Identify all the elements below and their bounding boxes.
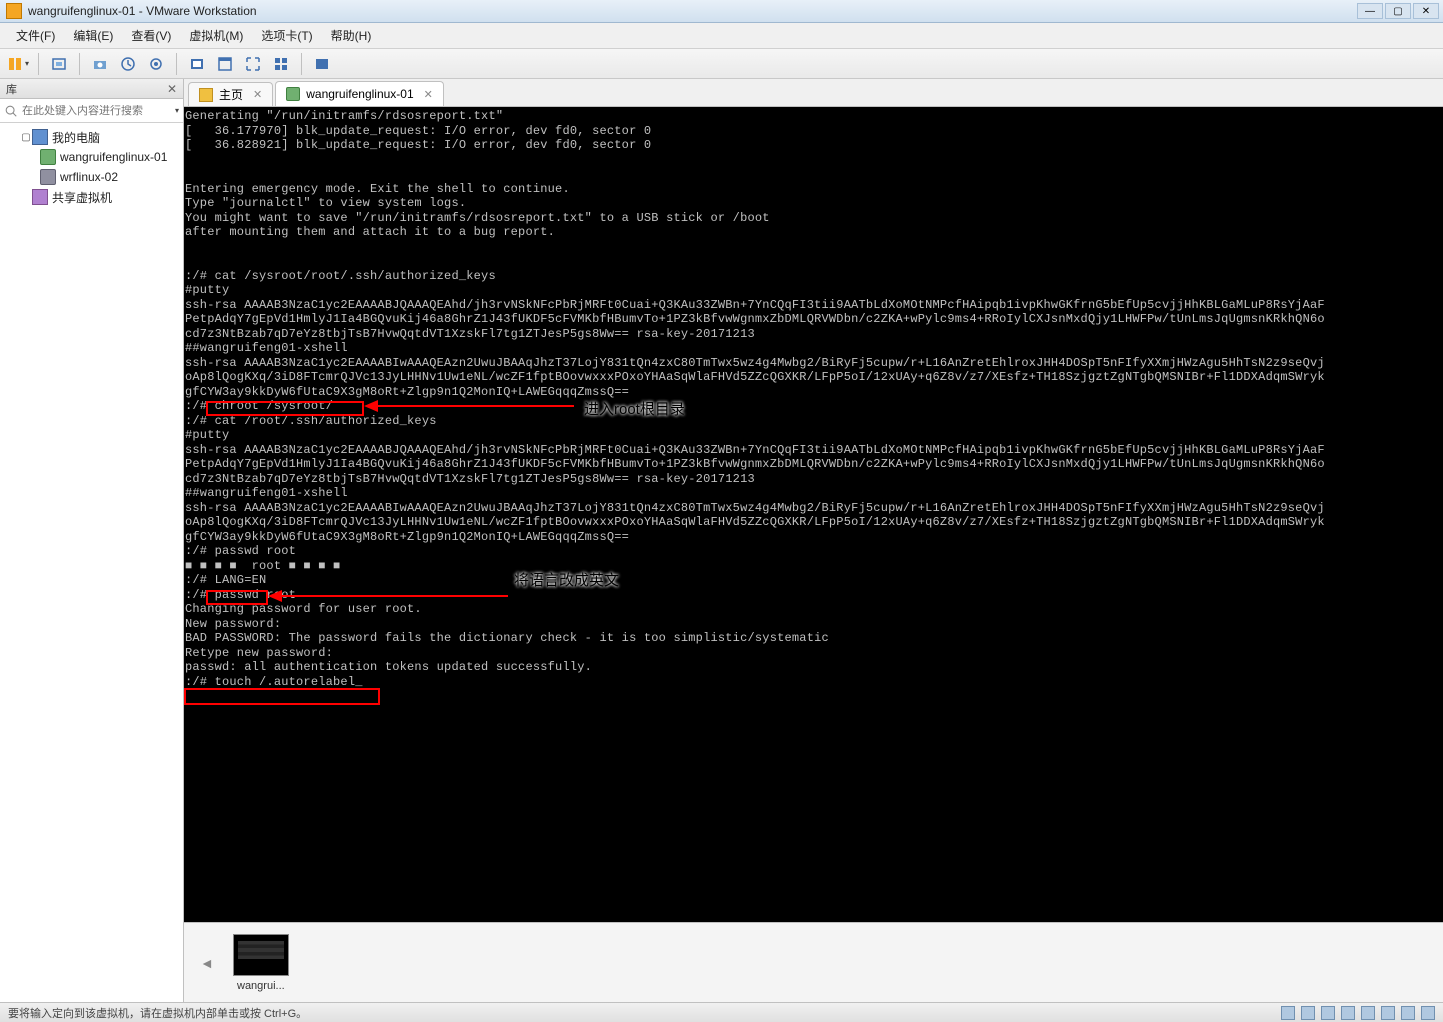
statusbar: 要将输入定向到该虚拟机，请在虚拟机内部单击或按 Ctrl+G。 xyxy=(0,1002,1443,1022)
device-printer-icon[interactable] xyxy=(1401,1006,1415,1020)
snapshot-icon xyxy=(51,56,67,72)
sidebar-close-icon[interactable]: ✕ xyxy=(167,82,177,96)
menu-help[interactable]: 帮助(H) xyxy=(323,24,380,47)
tab-bar: 主页 ✕ wangruifenglinux-01 ✕ xyxy=(184,79,1443,107)
home-icon xyxy=(199,88,213,102)
thumb-nav-prev[interactable]: ◄ xyxy=(194,955,220,971)
search-input[interactable] xyxy=(22,105,169,117)
toolbar-separator xyxy=(38,53,39,75)
fullscreen-button[interactable] xyxy=(241,52,265,76)
library-tree: ▢ 我的电脑 wangruifenglinux-01 wrflinux-02 共… xyxy=(0,123,183,1002)
power-on-button[interactable]: ▾ xyxy=(6,52,30,76)
tab-home[interactable]: 主页 ✕ xyxy=(188,82,273,106)
chevron-down-icon[interactable]: ▾ xyxy=(175,106,179,115)
tab-label: wangruifenglinux-01 xyxy=(306,87,413,101)
tab-close-icon[interactable]: ✕ xyxy=(424,88,433,101)
thumbnail-image xyxy=(233,934,289,976)
console-icon xyxy=(189,56,205,72)
maximize-button[interactable]: ▢ xyxy=(1385,3,1411,19)
tree-collapse-icon[interactable] xyxy=(20,192,32,203)
gear-icon xyxy=(148,56,164,72)
sidebar-title: 库 xyxy=(6,81,17,97)
search-icon xyxy=(4,104,18,118)
device-cd-icon[interactable] xyxy=(1301,1006,1315,1020)
chevron-down-icon: ▾ xyxy=(25,59,29,68)
menu-edit[interactable]: 编辑(E) xyxy=(65,24,121,47)
revert-button[interactable] xyxy=(116,52,140,76)
sidebar-header: 库 ✕ xyxy=(0,79,183,99)
thumbnail-label: wangrui... xyxy=(237,980,285,992)
device-hdd-icon[interactable] xyxy=(1281,1006,1295,1020)
tree-vm-wrflinux-02[interactable]: wrflinux-02 xyxy=(2,167,181,187)
device-sound-icon[interactable] xyxy=(1381,1006,1395,1020)
device-display-icon[interactable] xyxy=(1421,1006,1435,1020)
highlight-box-autorelabel xyxy=(184,688,380,705)
status-text: 要将输入定向到该虚拟机，请在虚拟机内部单击或按 Ctrl+G。 xyxy=(8,1005,307,1021)
snapshot-button[interactable] xyxy=(47,52,71,76)
view-console-button[interactable] xyxy=(185,52,209,76)
vm-console[interactable]: Generating "/run/initramfs/rdsosreport.t… xyxy=(184,107,1443,922)
sidebar-search[interactable]: ▾ xyxy=(0,99,183,123)
window-buttons: — ▢ ✕ xyxy=(1357,3,1439,19)
vm-off-icon xyxy=(40,169,56,185)
terminal-output: Generating "/run/initramfs/rdsosreport.t… xyxy=(184,107,1443,689)
tree-shared-vms[interactable]: 共享虚拟机 xyxy=(2,187,181,207)
device-floppy-icon[interactable] xyxy=(1321,1006,1335,1020)
app-icon xyxy=(6,3,22,19)
toolbar-separator xyxy=(79,53,80,75)
status-device-icons xyxy=(1281,1006,1435,1020)
toolbar-separator xyxy=(301,53,302,75)
main-area: 库 ✕ ▾ ▢ 我的电脑 wangruifenglinux-01 wrflinu… xyxy=(0,79,1443,1002)
tab-vm-wangruifenglinux-01[interactable]: wangruifenglinux-01 ✕ xyxy=(275,81,444,106)
tree-label: 我的电脑 xyxy=(52,129,100,146)
minimize-button[interactable]: — xyxy=(1357,3,1383,19)
device-usb-icon[interactable] xyxy=(1361,1006,1375,1020)
show-thumbnail-button[interactable] xyxy=(269,52,293,76)
settings-button[interactable] xyxy=(144,52,168,76)
toolbar: ▾ xyxy=(0,49,1443,79)
menu-file[interactable]: 文件(F) xyxy=(8,24,63,47)
tab-close-icon[interactable]: ✕ xyxy=(253,88,262,101)
tree-label: 共享虚拟机 xyxy=(52,189,112,206)
device-network-icon[interactable] xyxy=(1341,1006,1355,1020)
snapshot-manager-button[interactable] xyxy=(88,52,112,76)
vm-running-icon xyxy=(286,87,300,101)
menu-tabs[interactable]: 选项卡(T) xyxy=(253,24,320,47)
tree-my-computer[interactable]: ▢ 我的电脑 xyxy=(2,127,181,147)
titlebar: wangruifenglinux-01 - VMware Workstation… xyxy=(0,0,1443,23)
stretch-button[interactable] xyxy=(310,52,334,76)
tree-label: wrflinux-02 xyxy=(60,170,118,184)
view-unity-button[interactable] xyxy=(213,52,237,76)
tree-collapse-icon[interactable]: ▢ xyxy=(20,132,32,143)
sidebar: 库 ✕ ▾ ▢ 我的电脑 wangruifenglinux-01 wrflinu… xyxy=(0,79,184,1002)
tree-label: wangruifenglinux-01 xyxy=(60,150,167,164)
revert-icon xyxy=(120,56,136,72)
menubar: 文件(F) 编辑(E) 查看(V) 虚拟机(M) 选项卡(T) 帮助(H) xyxy=(0,23,1443,49)
menu-view[interactable]: 查看(V) xyxy=(123,24,179,47)
unity-icon xyxy=(217,56,233,72)
vm-thumbnail[interactable]: wangrui... xyxy=(230,934,292,992)
toolbar-separator xyxy=(176,53,177,75)
shared-icon xyxy=(32,189,48,205)
window-title: wangruifenglinux-01 - VMware Workstation xyxy=(28,4,1357,18)
camera-icon xyxy=(92,56,108,72)
close-button[interactable]: ✕ xyxy=(1413,3,1439,19)
vm-running-icon xyxy=(40,149,56,165)
computer-icon xyxy=(32,129,48,145)
menu-vm[interactable]: 虚拟机(M) xyxy=(181,24,251,47)
stretch-icon xyxy=(314,56,330,72)
power-icon xyxy=(7,56,23,72)
thumbnail-bar: ◄ wangrui... xyxy=(184,922,1443,1002)
thumbnail-icon xyxy=(273,56,289,72)
tab-label: 主页 xyxy=(219,86,243,103)
tree-vm-wangruifenglinux-01[interactable]: wangruifenglinux-01 xyxy=(2,147,181,167)
content-area: 主页 ✕ wangruifenglinux-01 ✕ Generating "/… xyxy=(184,79,1443,1002)
fullscreen-icon xyxy=(245,56,261,72)
